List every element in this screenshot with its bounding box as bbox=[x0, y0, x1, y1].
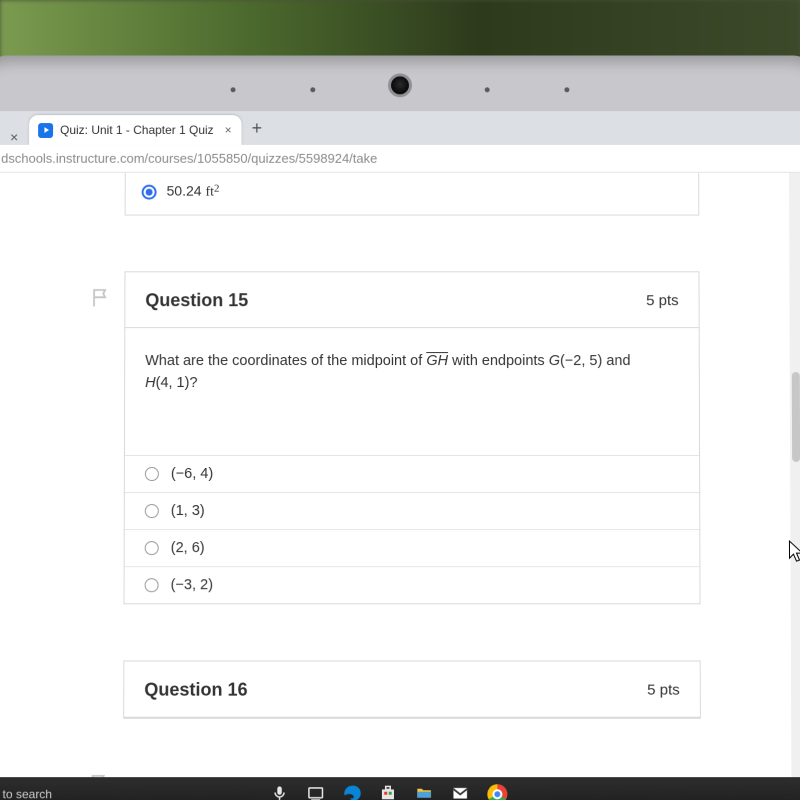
browser-tab-active[interactable]: Quiz: Unit 1 - Chapter 1 Quiz × bbox=[29, 115, 241, 145]
radio-empty-icon bbox=[145, 467, 159, 481]
new-tab-button[interactable]: + bbox=[252, 118, 263, 139]
microphone-icon[interactable] bbox=[271, 784, 289, 800]
quiz-content: 50.24 ft2 Question 15 5 pts What are the… bbox=[0, 173, 791, 779]
question-card-16: Question 16 5 pts bbox=[123, 660, 701, 718]
mic-dot bbox=[485, 87, 490, 92]
question-prompt: What are the coordinates of the midpoint… bbox=[125, 328, 699, 455]
vertical-scrollbar[interactable] bbox=[789, 173, 800, 779]
prev-question-selected-option[interactable]: 50.24 ft2 bbox=[125, 173, 700, 216]
radio-empty-icon bbox=[145, 541, 159, 555]
store-icon[interactable] bbox=[379, 784, 397, 800]
answer-option-label: (−6, 4) bbox=[171, 466, 213, 482]
chrome-browser-icon[interactable] bbox=[488, 784, 508, 800]
address-bar[interactable]: dschools.instructure.com/courses/1055850… bbox=[0, 145, 800, 173]
taskbar-search-label[interactable]: to search bbox=[2, 787, 52, 800]
mail-icon[interactable] bbox=[452, 784, 470, 800]
webcam bbox=[388, 73, 412, 97]
question-card-15: Question 15 5 pts What are the coordinat… bbox=[124, 271, 701, 604]
mic-dot bbox=[564, 87, 569, 92]
laptop-bezel: × Quiz: Unit 1 - Chapter 1 Quiz × + dsch… bbox=[0, 56, 800, 800]
answer-option[interactable]: (−6, 4) bbox=[125, 455, 699, 492]
laptop-screen: × Quiz: Unit 1 - Chapter 1 Quiz × + dsch… bbox=[0, 111, 800, 800]
browser-tab-strip: × Quiz: Unit 1 - Chapter 1 Quiz × + bbox=[0, 111, 800, 145]
question-points: 5 pts bbox=[647, 682, 680, 699]
tab-close-icon[interactable]: × bbox=[225, 123, 232, 137]
task-view-icon[interactable] bbox=[307, 784, 325, 800]
edge-browser-icon[interactable] bbox=[343, 784, 361, 800]
question-points: 5 pts bbox=[646, 292, 679, 309]
tab-favicon-icon bbox=[38, 123, 53, 138]
answer-option-label: (−3, 2) bbox=[171, 577, 213, 593]
radio-selected-icon bbox=[142, 184, 157, 199]
answer-option[interactable]: (2, 6) bbox=[125, 529, 700, 566]
answer-option[interactable]: (−3, 2) bbox=[125, 566, 700, 603]
answer-option-label: (2, 6) bbox=[171, 540, 205, 556]
question-title: Question 15 bbox=[145, 290, 248, 311]
close-prev-tab-icon[interactable]: × bbox=[0, 129, 29, 145]
question-header: Question 16 5 pts bbox=[124, 661, 700, 717]
taskbar-icons bbox=[271, 784, 508, 800]
answer-option-label: (1, 3) bbox=[171, 503, 205, 519]
question-title: Question 16 bbox=[144, 680, 247, 701]
file-explorer-icon[interactable] bbox=[415, 784, 433, 800]
answer-option[interactable]: (1, 3) bbox=[125, 492, 700, 529]
flag-icon[interactable] bbox=[90, 287, 112, 309]
scrollbar-thumb[interactable] bbox=[792, 372, 800, 462]
url-text: dschools.instructure.com/courses/1055850… bbox=[1, 151, 377, 166]
question-column: 50.24 ft2 Question 15 5 pts What are the… bbox=[123, 173, 701, 719]
flag-column bbox=[89, 287, 113, 779]
mic-dot bbox=[231, 87, 236, 92]
windows-taskbar: to search bbox=[0, 777, 800, 800]
prev-option-text: 50.24 ft2 bbox=[167, 183, 220, 201]
mic-dot bbox=[310, 87, 315, 92]
mouse-cursor-icon bbox=[788, 540, 800, 562]
radio-empty-icon bbox=[145, 578, 159, 592]
tab-title: Quiz: Unit 1 - Chapter 1 Quiz bbox=[60, 123, 214, 137]
radio-empty-icon bbox=[145, 504, 159, 518]
question-header: Question 15 5 pts bbox=[125, 272, 698, 328]
